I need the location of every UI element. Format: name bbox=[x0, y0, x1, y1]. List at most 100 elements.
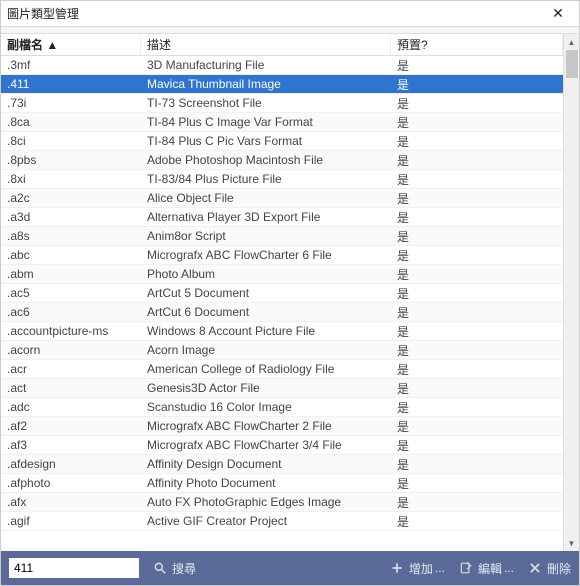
cell-extension: .73i bbox=[1, 96, 141, 110]
cell-extension: .act bbox=[1, 381, 141, 395]
table-row[interactable]: .abmPhoto Album是 bbox=[1, 265, 563, 284]
table-body: 副檔名 ▲ 描述 預置? .3mf3D Manufacturing File是.… bbox=[1, 34, 563, 551]
scroll-track[interactable] bbox=[564, 50, 579, 535]
cell-preset: 是 bbox=[391, 361, 563, 378]
table-row[interactable]: .a8sAnim8or Script是 bbox=[1, 227, 563, 246]
table-row[interactable]: .af3Micrografx ABC FlowCharter 3/4 File是 bbox=[1, 436, 563, 455]
cell-description: TI-84 Plus C Image Var Format bbox=[141, 115, 391, 129]
cell-preset: 是 bbox=[391, 399, 563, 416]
edit-button[interactable]: 編輯... bbox=[459, 560, 514, 577]
add-button[interactable]: 增加... bbox=[390, 560, 445, 577]
cell-preset: 是 bbox=[391, 209, 563, 226]
cell-preset: 是 bbox=[391, 342, 563, 359]
table-row[interactable]: .adcScanstudio 16 Color Image是 bbox=[1, 398, 563, 417]
cell-description: Windows 8 Account Picture File bbox=[141, 324, 391, 338]
table-row[interactable]: .8ciTI-84 Plus C Pic Vars Format是 bbox=[1, 132, 563, 151]
table-row[interactable]: .ac5ArtCut 5 Document是 bbox=[1, 284, 563, 303]
cell-extension: .afphoto bbox=[1, 476, 141, 490]
plus-icon bbox=[390, 561, 404, 575]
table-row[interactable]: .afxAuto FX PhotoGraphic Edges Image是 bbox=[1, 493, 563, 512]
table-header: 副檔名 ▲ 描述 預置? bbox=[1, 34, 563, 56]
cell-description: Acorn Image bbox=[141, 343, 391, 357]
title-bar: 圖片類型管理 ✕ bbox=[1, 1, 579, 27]
cell-preset: 是 bbox=[391, 380, 563, 397]
delete-icon bbox=[528, 561, 542, 575]
cell-description: Photo Album bbox=[141, 267, 391, 281]
table-row[interactable]: .accountpicture-msWindows 8 Account Pict… bbox=[1, 322, 563, 341]
search-button[interactable]: 搜尋 bbox=[153, 560, 196, 577]
table-row[interactable]: .73iTI-73 Screenshot File是 bbox=[1, 94, 563, 113]
scroll-down-arrow-icon[interactable]: ▼ bbox=[564, 535, 579, 551]
cell-description: ArtCut 5 Document bbox=[141, 286, 391, 300]
cell-description: Genesis3D Actor File bbox=[141, 381, 391, 395]
cell-extension: .agif bbox=[1, 514, 141, 528]
cell-preset: 是 bbox=[391, 76, 563, 93]
cell-extension: .8ca bbox=[1, 115, 141, 129]
table-row[interactable]: .3mf3D Manufacturing File是 bbox=[1, 56, 563, 75]
cell-description: Alternativa Player 3D Export File bbox=[141, 210, 391, 224]
table-row[interactable]: .a2cAlice Object File是 bbox=[1, 189, 563, 208]
cell-preset: 是 bbox=[391, 95, 563, 112]
cell-extension: .adc bbox=[1, 400, 141, 414]
cell-description: TI-84 Plus C Pic Vars Format bbox=[141, 134, 391, 148]
table-row[interactable]: .acrAmerican College of Radiology File是 bbox=[1, 360, 563, 379]
cell-extension: .8xi bbox=[1, 172, 141, 186]
cell-extension: .acorn bbox=[1, 343, 141, 357]
table-row[interactable]: .afdesignAffinity Design Document是 bbox=[1, 455, 563, 474]
table-row[interactable]: .agifActive GIF Creator Project是 bbox=[1, 512, 563, 531]
cell-extension: .a8s bbox=[1, 229, 141, 243]
cell-extension: .afx bbox=[1, 495, 141, 509]
vertical-scrollbar[interactable]: ▲ ▼ bbox=[563, 34, 579, 551]
cell-description: Scanstudio 16 Color Image bbox=[141, 400, 391, 414]
cell-description: American College of Radiology File bbox=[141, 362, 391, 376]
cell-preset: 是 bbox=[391, 133, 563, 150]
cell-extension: .abm bbox=[1, 267, 141, 281]
add-button-dots: ... bbox=[435, 561, 445, 575]
cell-extension: .a3d bbox=[1, 210, 141, 224]
cell-extension: .accountpicture-ms bbox=[1, 324, 141, 338]
table-row[interactable]: .af2Micrografx ABC FlowCharter 2 File是 bbox=[1, 417, 563, 436]
table-row[interactable]: .8caTI-84 Plus C Image Var Format是 bbox=[1, 113, 563, 132]
cell-preset: 是 bbox=[391, 475, 563, 492]
column-header-description[interactable]: 描述 bbox=[141, 34, 391, 55]
table-row[interactable]: .acornAcorn Image是 bbox=[1, 341, 563, 360]
scroll-thumb[interactable] bbox=[566, 50, 578, 78]
cell-preset: 是 bbox=[391, 437, 563, 454]
cell-preset: 是 bbox=[391, 418, 563, 435]
table-row[interactable]: .ac6ArtCut 6 Document是 bbox=[1, 303, 563, 322]
search-button-label: 搜尋 bbox=[172, 560, 196, 577]
cell-description: Micrografx ABC FlowCharter 2 File bbox=[141, 419, 391, 433]
table-row[interactable]: .411Mavica Thumbnail Image是 bbox=[1, 75, 563, 94]
table-row[interactable]: .abcMicrografx ABC FlowCharter 6 File是 bbox=[1, 246, 563, 265]
table-row[interactable]: .8xiTI-83/84 Plus Picture File是 bbox=[1, 170, 563, 189]
cell-preset: 是 bbox=[391, 494, 563, 511]
cell-description: Adobe Photoshop Macintosh File bbox=[141, 153, 391, 167]
cell-preset: 是 bbox=[391, 304, 563, 321]
table-row[interactable]: .a3dAlternativa Player 3D Export File是 bbox=[1, 208, 563, 227]
cell-extension: .acr bbox=[1, 362, 141, 376]
dialog-window: 圖片類型管理 ✕ 副檔名 ▲ 描述 預置? .3mf3D Manufacturi… bbox=[0, 0, 580, 586]
cell-extension: .411 bbox=[1, 77, 141, 91]
table-row[interactable]: .afphotoAffinity Photo Document是 bbox=[1, 474, 563, 493]
cell-preset: 是 bbox=[391, 114, 563, 131]
cell-description: 3D Manufacturing File bbox=[141, 58, 391, 72]
table-container: 副檔名 ▲ 描述 預置? .3mf3D Manufacturing File是.… bbox=[1, 33, 579, 551]
cell-preset: 是 bbox=[391, 57, 563, 74]
close-button[interactable]: ✕ bbox=[543, 4, 573, 24]
delete-button[interactable]: 刪除 bbox=[528, 560, 571, 577]
table-row[interactable]: .actGenesis3D Actor File是 bbox=[1, 379, 563, 398]
cell-description: Auto FX PhotoGraphic Edges Image bbox=[141, 495, 391, 509]
column-header-preset[interactable]: 預置? bbox=[391, 34, 563, 55]
edit-icon bbox=[459, 561, 473, 575]
search-input[interactable] bbox=[9, 558, 139, 578]
cell-description: Anim8or Script bbox=[141, 229, 391, 243]
cell-preset: 是 bbox=[391, 323, 563, 340]
scroll-up-arrow-icon[interactable]: ▲ bbox=[564, 34, 579, 50]
cell-preset: 是 bbox=[391, 285, 563, 302]
cell-extension: .af2 bbox=[1, 419, 141, 433]
add-button-label: 增加 bbox=[409, 560, 433, 577]
column-header-extension[interactable]: 副檔名 ▲ bbox=[1, 34, 141, 55]
table-row[interactable]: .8pbsAdobe Photoshop Macintosh File是 bbox=[1, 151, 563, 170]
cell-description: Alice Object File bbox=[141, 191, 391, 205]
footer-toolbar: 搜尋 增加... 編輯... 刪除 bbox=[1, 551, 579, 585]
